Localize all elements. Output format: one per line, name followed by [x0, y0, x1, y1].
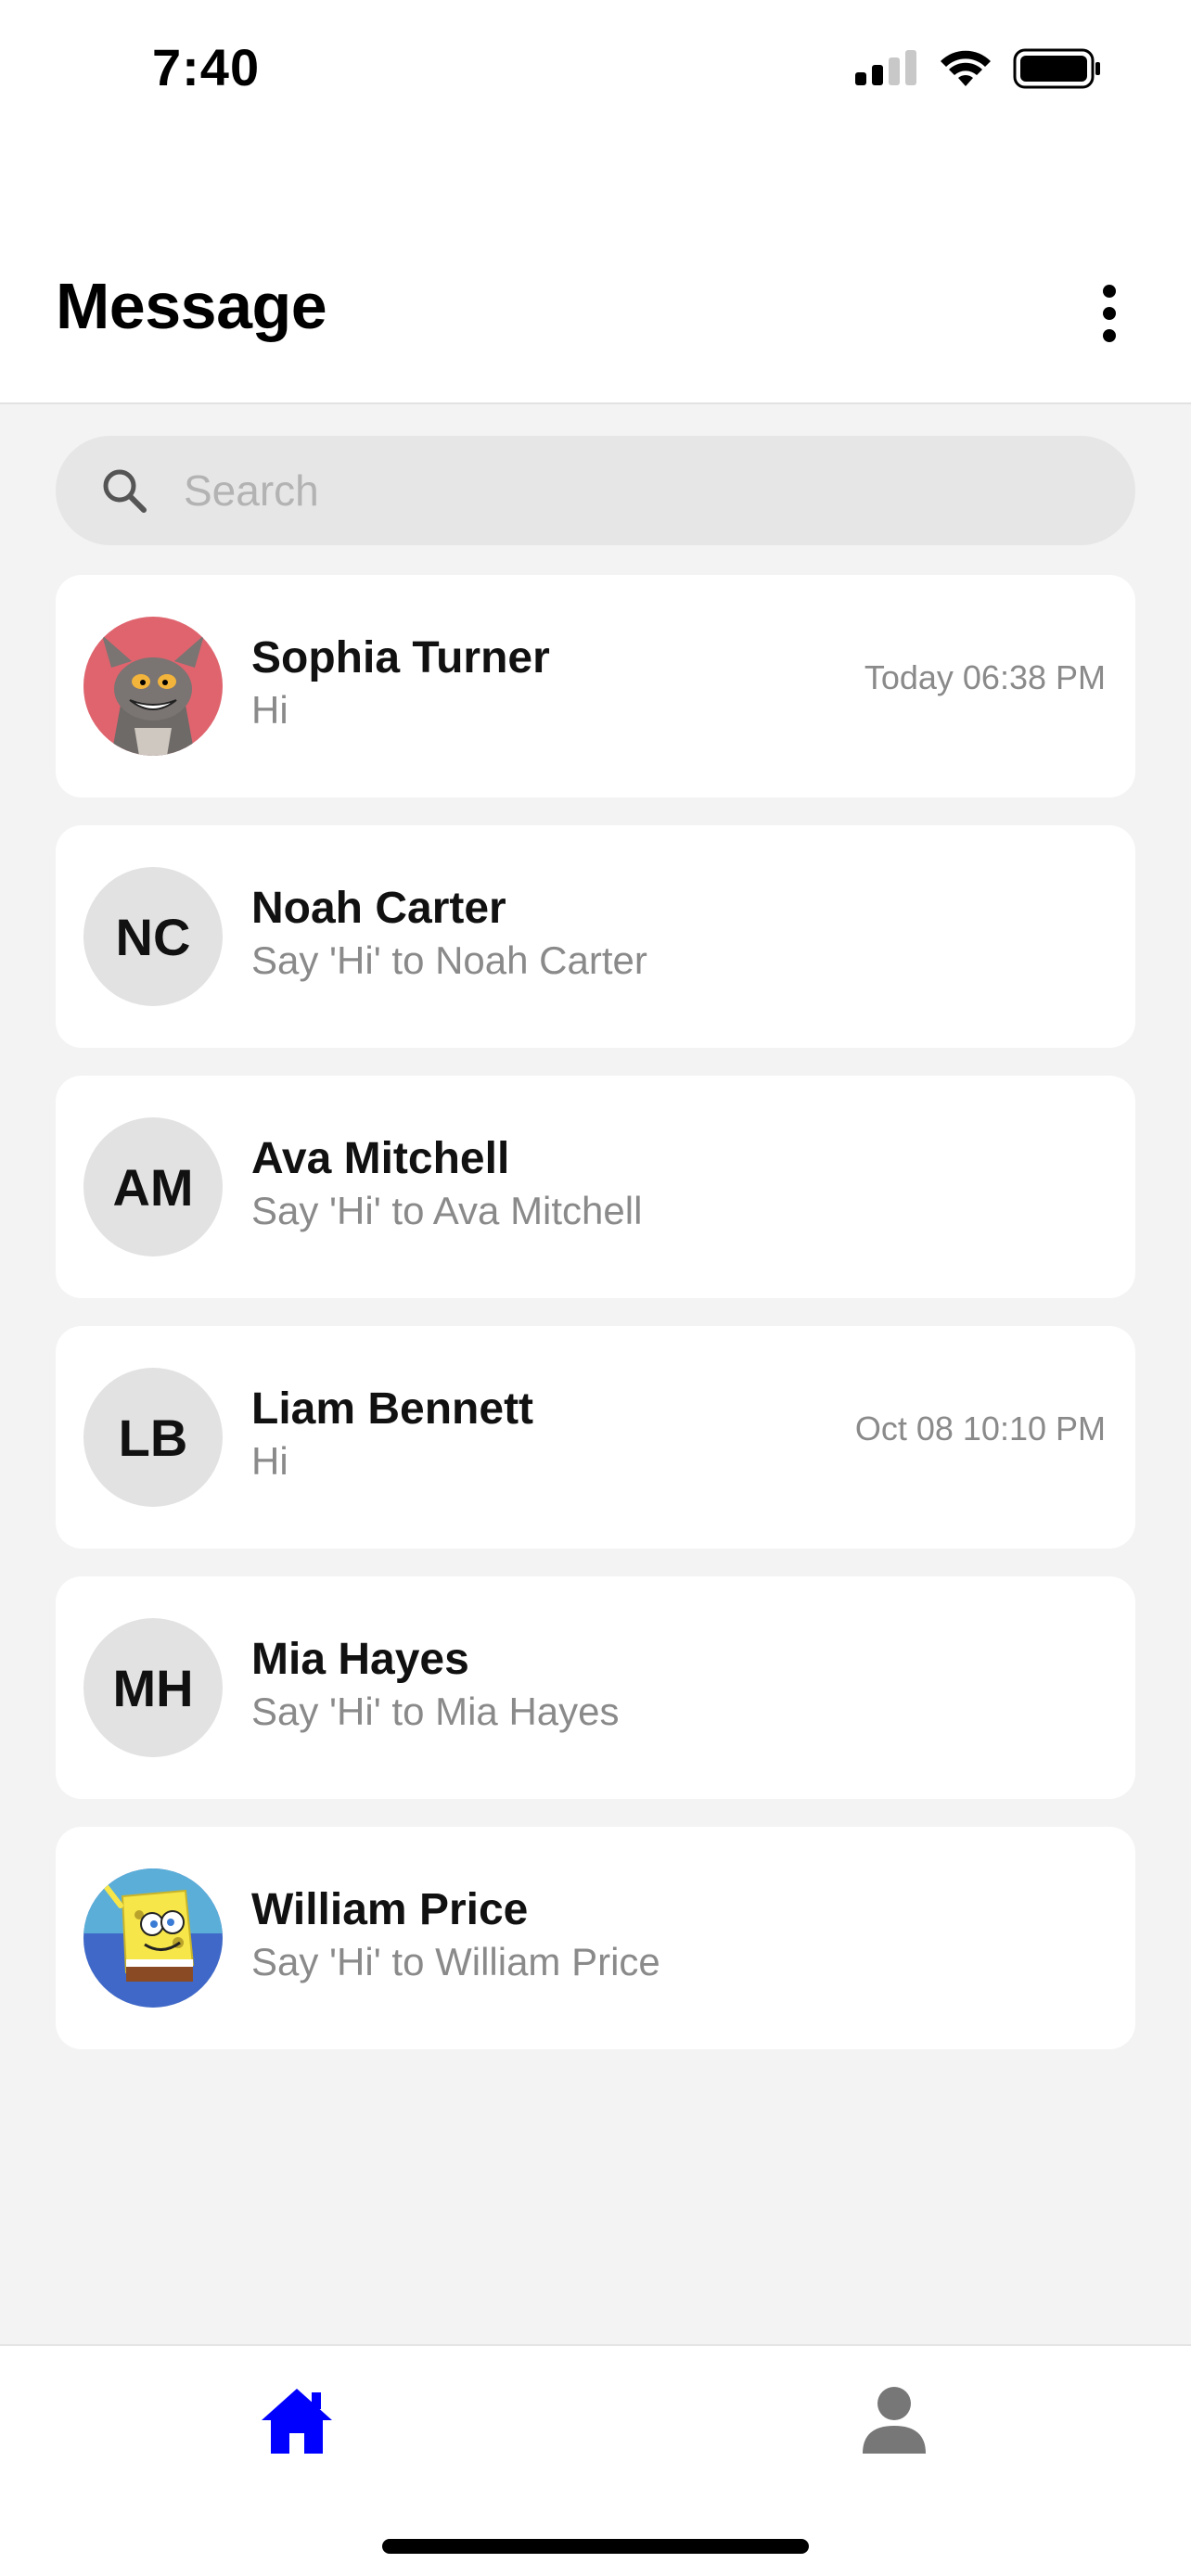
- search-input[interactable]: [184, 465, 1018, 516]
- avatar: [83, 617, 223, 756]
- contact-name: Noah Carter: [251, 884, 506, 933]
- avatar-initials: LB: [118, 1408, 188, 1467]
- more-options-button[interactable]: [1065, 269, 1154, 358]
- home-indicator: [382, 2539, 809, 2554]
- conversation-card[interactable]: Sophia Turner Hi Today 06:38 PM: [56, 575, 1135, 797]
- avatar: LB: [83, 1368, 223, 1507]
- conversation-card[interactable]: AM Ava Mitchell Say 'Hi' to Ava Mitchell: [56, 1076, 1135, 1298]
- battery-icon: [1013, 48, 1100, 89]
- home-icon: [262, 2389, 332, 2454]
- message-preview: Hi: [251, 688, 288, 732]
- more-vertical-icon: [1103, 285, 1116, 342]
- conversation-card[interactable]: LB Liam Bennett Hi Oct 08 10:10 PM: [56, 1326, 1135, 1549]
- tab-home[interactable]: [250, 2374, 343, 2467]
- contact-name: Sophia Turner: [251, 633, 550, 682]
- avatar-initials: NC: [115, 907, 191, 966]
- contact-name: William Price: [251, 1885, 529, 1934]
- header: Message: [0, 139, 1191, 404]
- conversation-card[interactable]: NC Noah Carter Say 'Hi' to Noah Carter: [56, 825, 1135, 1048]
- status-time: 7:40: [152, 38, 261, 96]
- message-preview: Say 'Hi' to William Price: [251, 1940, 660, 1983]
- wifi-icon: [941, 50, 991, 86]
- message-preview: Say 'Hi' to Mia Hayes: [251, 1690, 620, 1733]
- message-time: Today 06:38 PM: [864, 658, 1106, 696]
- message-preview: Say 'Hi' to Ava Mitchell: [251, 1189, 643, 1232]
- avatar: NC: [83, 867, 223, 1006]
- contact-name: Ava Mitchell: [251, 1134, 510, 1183]
- cellular-signal-icon: [855, 50, 916, 85]
- contact-name: Mia Hayes: [251, 1635, 469, 1684]
- search-icon: [98, 465, 150, 516]
- avatar-initials: MH: [112, 1658, 194, 1717]
- cartoon-sponge-avatar: [83, 1868, 223, 2008]
- status-icons: [855, 48, 1102, 89]
- person-icon: [863, 2387, 926, 2454]
- conversation-card[interactable]: MH Mia Hayes Say 'Hi' to Mia Hayes: [56, 1576, 1135, 1799]
- conversation-card[interactable]: William Price Say 'Hi' to William Price: [56, 1827, 1135, 2049]
- message-preview: Say 'Hi' to Noah Carter: [251, 938, 647, 982]
- tab-profile[interactable]: [848, 2374, 941, 2467]
- avatar: AM: [83, 1117, 223, 1256]
- conversation-list: Sophia Turner Hi Today 06:38 PM NC Noah …: [56, 575, 1135, 2077]
- message-preview: Hi: [251, 1439, 288, 1483]
- cartoon-cat-avatar: [83, 617, 223, 756]
- contact-name: Liam Bennett: [251, 1384, 534, 1434]
- status-bar: 7:40: [0, 0, 1191, 139]
- page-title: Message: [56, 270, 327, 342]
- message-time: Oct 08 10:10 PM: [854, 1409, 1106, 1447]
- avatar: [83, 1868, 223, 2008]
- search-bar[interactable]: [56, 436, 1135, 545]
- avatar: MH: [83, 1618, 223, 1757]
- avatar-initials: AM: [112, 1157, 194, 1217]
